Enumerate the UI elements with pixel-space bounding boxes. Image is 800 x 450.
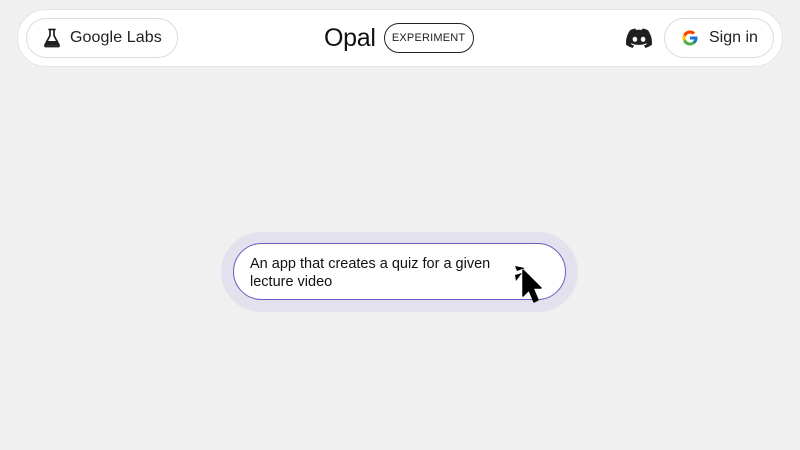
sign-in-button[interactable]: Sign in	[664, 18, 774, 58]
prompt-text: An app that creates a quiz for a given l…	[250, 256, 491, 290]
google-labs-label: Google Labs	[70, 29, 162, 46]
experiment-badge: EXPERIMENT	[383, 23, 474, 53]
app-title: Opal	[324, 23, 376, 52]
sign-in-label: Sign in	[709, 29, 758, 46]
discord-icon[interactable]	[626, 27, 652, 49]
google-labs-button[interactable]: Google Labs	[26, 18, 178, 58]
prompt-input[interactable]: An app that creates a quiz for a given l…	[233, 243, 566, 300]
opal-page: Google Labs Opal EXPERIMENT Sign in An a…	[0, 0, 800, 450]
brand: Opal EXPERIMENT	[324, 22, 474, 54]
google-g-icon	[681, 29, 699, 47]
flask-icon	[42, 28, 62, 48]
top-bar: Google Labs Opal EXPERIMENT Sign in	[17, 9, 783, 67]
